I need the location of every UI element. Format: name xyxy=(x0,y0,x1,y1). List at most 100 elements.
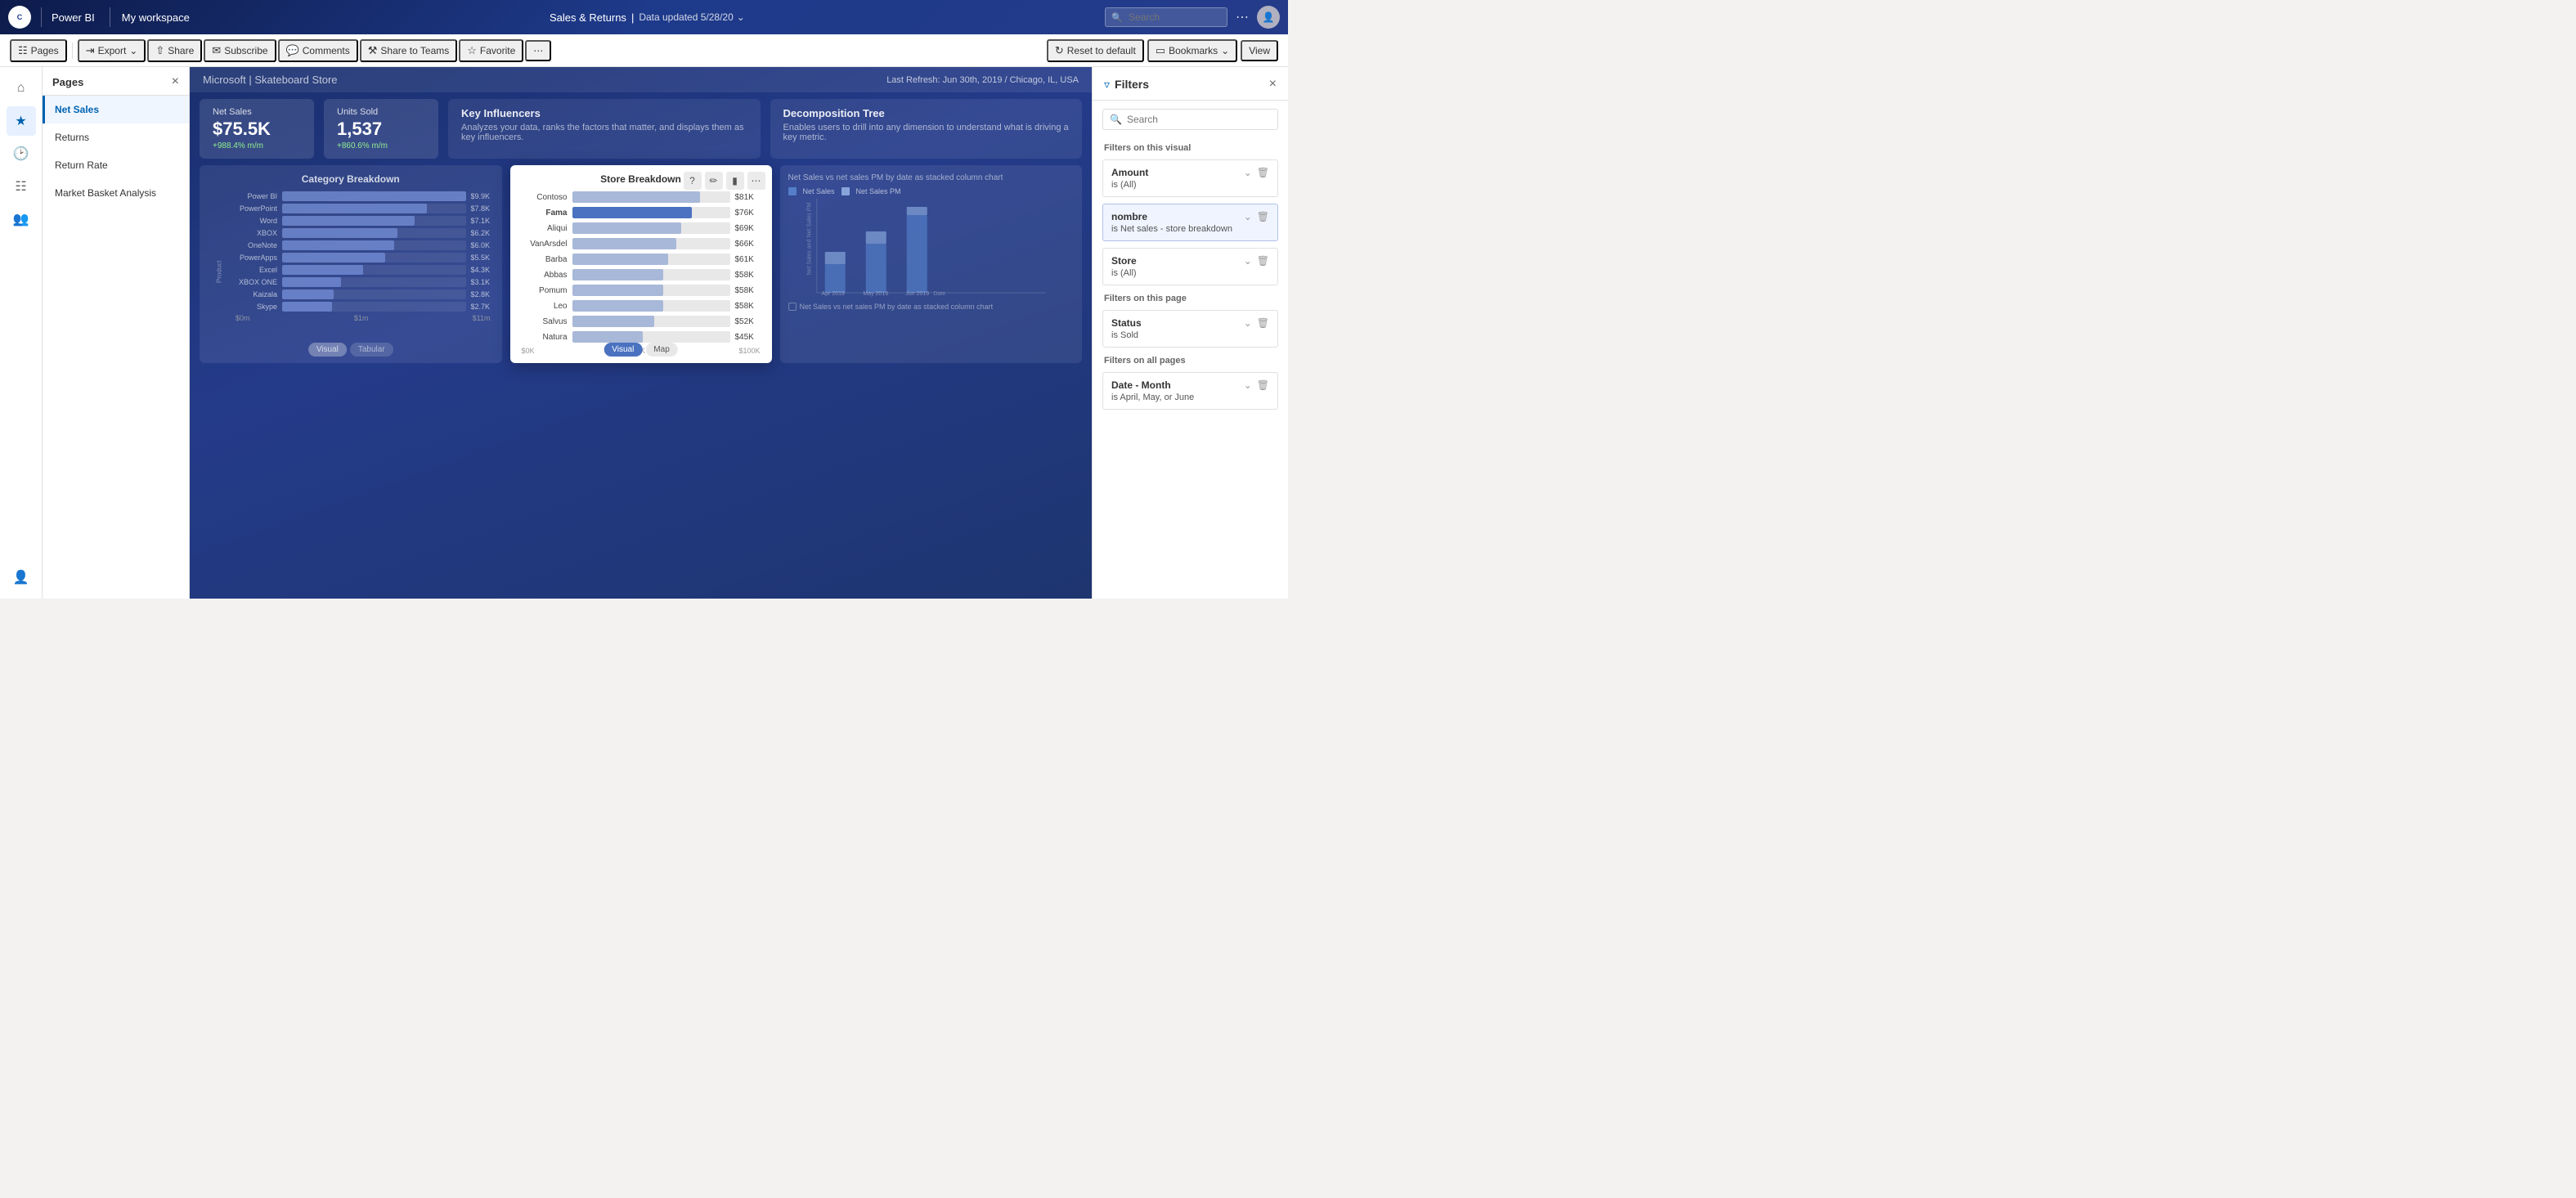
net-sales-checkbox[interactable] xyxy=(788,303,797,311)
key-influencers-title: Key Influencers xyxy=(461,107,747,119)
filter-status-clear-icon[interactable]: 🗑 xyxy=(1257,317,1269,329)
chevron-down-icon[interactable]: ⌄ xyxy=(737,11,745,23)
view-button[interactable]: View xyxy=(1241,40,1278,61)
filter-amount-name: Amount xyxy=(1111,167,1148,178)
cat-bar-value: $7.8K xyxy=(471,204,494,213)
store-bar-fill xyxy=(572,222,681,234)
sidebar-clock-icon[interactable]: 🕑 xyxy=(7,139,36,168)
store-bar-fill xyxy=(572,238,676,249)
store-bar-fill xyxy=(572,285,664,296)
store-breakdown-chart: ? ✏ ▮ ⋯ Store Breakdown Contoso $81K Fam… xyxy=(510,165,772,363)
comments-button[interactable]: 💬 Comments xyxy=(278,39,358,62)
category-chart-tabs: Visual Tabular xyxy=(308,343,393,357)
powerbi-label: Power BI xyxy=(52,11,95,24)
main-layout: ⌂ ★ 🕑 ☷ 👥 👤 Pages × Net Sales Returns Re… xyxy=(0,67,1288,599)
filter-date-month[interactable]: Date - Month ⌄ 🗑 is April, May, or June xyxy=(1102,372,1278,410)
page-item-net-sales-label: Net Sales xyxy=(55,104,99,115)
store-bar-container xyxy=(572,238,730,249)
search-input[interactable] xyxy=(1105,7,1227,27)
net-sales-legend: Net Sales Net Sales PM xyxy=(788,187,1075,195)
sidebar-apps-icon[interactable]: ☷ xyxy=(7,172,36,201)
category-bar-row: Excel $4.3K xyxy=(232,265,494,275)
filter-status-chevron-icon[interactable]: ⌄ xyxy=(1244,317,1252,329)
filter-store-value: is (All) xyxy=(1111,268,1269,278)
help-icon[interactable]: ? xyxy=(684,172,702,190)
decomposition-tree-title: Decomposition Tree xyxy=(783,107,1070,119)
subscribe-button[interactable]: ✉ Subscribe xyxy=(204,39,276,62)
filters-close-icon[interactable]: × xyxy=(1269,77,1277,92)
visual-filter-section-title: Filters on this visual xyxy=(1093,138,1288,156)
sidebar-bookmark-icon[interactable]: ★ xyxy=(7,106,36,136)
store-bars: Contoso $81K Fama $76K Aliqui $69K VanAr… xyxy=(518,191,764,343)
filter-date-name: Date - Month xyxy=(1111,379,1171,391)
filter-nombre-value: is Net sales - store breakdown xyxy=(1111,224,1269,234)
favorite-label: Favorite xyxy=(480,45,515,56)
page-item-return-rate-label: Return Rate xyxy=(55,159,108,171)
filter-status[interactable]: Status ⌄ 🗑 is Sold xyxy=(1102,310,1278,348)
net-sales-chart-title: Net Sales vs net sales PM by date as sta… xyxy=(788,173,1075,182)
export-button[interactable]: ⇥ Export ⌄ xyxy=(78,39,146,62)
canvas-header: Microsoft | Skateboard Store Last Refres… xyxy=(190,67,1092,92)
share-label: Share xyxy=(168,45,194,56)
filter-amount-chevron-icon[interactable]: ⌄ xyxy=(1244,167,1252,178)
pages-button[interactable]: ☷ Pages xyxy=(10,39,67,62)
cat-bar-fill xyxy=(282,265,363,275)
filter-funnel-icon: ▿ xyxy=(1104,78,1110,92)
filter-store-clear-icon[interactable]: 🗑 xyxy=(1257,255,1269,267)
filter-store[interactable]: Store ⌄ 🗑 is (All) xyxy=(1102,248,1278,285)
more-visual-options-icon[interactable]: ⋯ xyxy=(747,172,765,190)
filter-date-chevron-icon[interactable]: ⌄ xyxy=(1244,379,1252,391)
page-item-returns[interactable]: Returns xyxy=(43,123,189,151)
store-bar-row: Abbas $58K xyxy=(518,269,764,280)
teams-icon: ⚒ xyxy=(368,44,378,57)
store-tab-visual[interactable]: Visual xyxy=(604,343,642,357)
page-item-market-basket-label: Market Basket Analysis xyxy=(55,187,156,199)
store-tab-map[interactable]: Map xyxy=(645,343,677,357)
report-toolbar: ☷ Pages ⇥ Export ⌄ ⇧ Share ✉ Subscribe 💬… xyxy=(0,34,1288,67)
edit-icon[interactable]: ✏ xyxy=(705,172,723,190)
cat-bar-label: XBOX xyxy=(232,229,277,237)
sidebar-home-icon[interactable]: ⌂ xyxy=(7,74,36,103)
kpi-units-sold-label: Units Sold xyxy=(337,107,425,117)
store-bar-container xyxy=(572,331,730,343)
category-bar-row: Word $7.1K xyxy=(232,216,494,226)
decomposition-tree-card: Decomposition Tree Enables users to dril… xyxy=(770,99,1083,159)
workspace-label[interactable]: My workspace xyxy=(122,11,190,24)
svg-text:Apr 2019: Apr 2019 xyxy=(821,291,845,297)
sidebar-people-icon[interactable]: 👥 xyxy=(7,204,36,234)
page-item-return-rate[interactable]: Return Rate xyxy=(43,151,189,179)
legend-net-sales-pm-label: Net Sales PM xyxy=(856,187,901,195)
cat-bar-fill xyxy=(282,191,466,201)
filter-nombre-chevron-icon[interactable]: ⌄ xyxy=(1244,211,1252,222)
store-bar-label: Abbas xyxy=(518,271,568,280)
copy-icon[interactable]: ▮ xyxy=(726,172,744,190)
filter-amount-clear-icon[interactable]: 🗑 xyxy=(1257,167,1269,178)
filter-amount[interactable]: Amount ⌄ 🗑 is (All) xyxy=(1102,159,1278,197)
more-options-icon[interactable]: ⋯ xyxy=(1236,9,1249,25)
filter-nombre-clear-icon[interactable]: 🗑 xyxy=(1257,211,1269,222)
share-button[interactable]: ⇧ Share xyxy=(147,39,202,62)
cat-bar-container xyxy=(282,265,466,275)
page-item-net-sales[interactable]: Net Sales xyxy=(43,96,189,123)
cat-bar-fill xyxy=(282,289,334,299)
bookmarks-button[interactable]: ▭ Bookmarks ⌄ xyxy=(1147,39,1237,62)
filter-nombre[interactable]: nombre ⌄ 🗑 is Net sales - store breakdow… xyxy=(1102,204,1278,241)
favorite-button[interactable]: ☆ Favorite xyxy=(459,39,523,62)
kpi-units-sold-value: 1,537 xyxy=(337,119,425,140)
sidebar-user-icon[interactable]: 👤 xyxy=(7,563,36,592)
cat-bar-label: XBOX ONE xyxy=(232,278,277,286)
category-tab-tabular[interactable]: Tabular xyxy=(350,343,393,357)
share-teams-button[interactable]: ⚒ Share to Teams xyxy=(360,39,457,62)
filter-search-input[interactable] xyxy=(1127,114,1271,125)
page-item-market-basket[interactable]: Market Basket Analysis xyxy=(43,179,189,207)
view-label: View xyxy=(1249,45,1270,56)
pages-panel-close-icon[interactable]: × xyxy=(172,75,179,88)
filter-date-clear-icon[interactable]: 🗑 xyxy=(1257,379,1269,391)
filter-store-chevron-icon[interactable]: ⌄ xyxy=(1244,255,1252,267)
avatar[interactable]: 👤 xyxy=(1257,6,1280,29)
pages-panel-header: Pages × xyxy=(43,67,189,96)
contoso-logo: C xyxy=(8,6,31,29)
reset-button[interactable]: ↻ Reset to default xyxy=(1047,39,1144,62)
category-tab-visual[interactable]: Visual xyxy=(308,343,347,357)
more-toolbar-button[interactable]: ⋯ xyxy=(525,40,551,61)
